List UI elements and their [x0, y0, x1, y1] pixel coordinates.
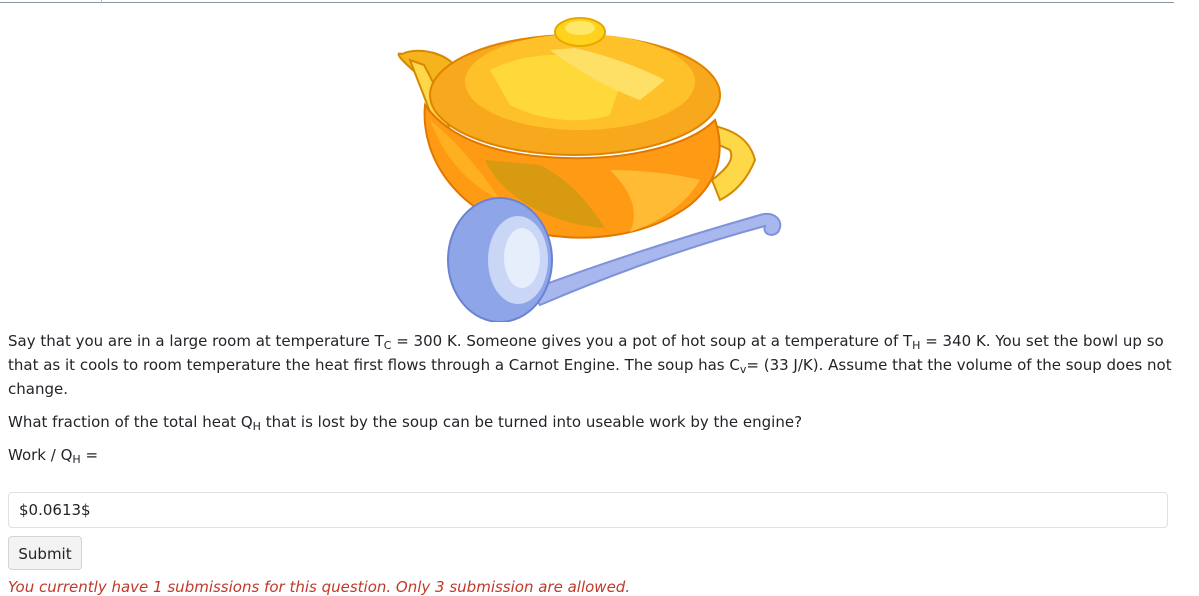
soup-pot-image [397, 17, 782, 322]
prompt-subscript-h: H [252, 420, 261, 433]
question-prompt: What fraction of the total heat QH that … [8, 410, 1178, 434]
prompt-text-1: What fraction of the total heat Q [8, 413, 253, 431]
submission-note: You currently have 1 submissions for thi… [8, 578, 631, 596]
top-divider [0, 2, 1174, 3]
top-tab-edge [0, 0, 102, 3]
submit-button[interactable]: Submit [8, 536, 82, 570]
prompt-text-2: that is lost by the soup can be turned i… [260, 413, 803, 431]
intro-text-1: Say that you are in a large room at temp… [8, 332, 384, 350]
answer-value: $0.0613$ [19, 501, 91, 519]
label-text-2: = [80, 446, 99, 464]
label-text-1: Work / Q [8, 446, 73, 464]
question-intro: Say that you are in a large room at temp… [8, 329, 1178, 401]
answer-input[interactable]: $0.0613$ [8, 492, 1168, 528]
label-subscript-h: H [72, 453, 81, 466]
intro-text-2: = 300 K. Someone gives you a pot of hot … [391, 332, 913, 350]
answer-label: Work / QH = [8, 443, 1178, 467]
